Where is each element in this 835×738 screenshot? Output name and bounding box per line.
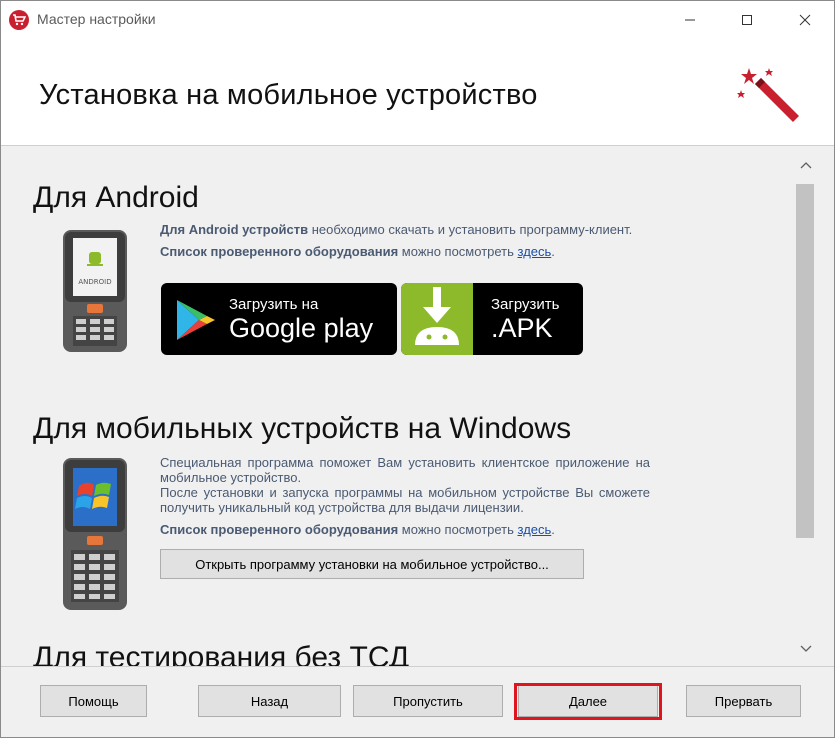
close-icon	[799, 14, 811, 26]
maximize-icon	[742, 15, 752, 25]
scroll-up-icon[interactable]	[800, 160, 812, 170]
skip-button[interactable]: Пропустить	[353, 685, 503, 717]
android-description: Для Android устройств необходимо скачать…	[160, 222, 650, 259]
windows-hardware-text: можно посмотреть	[398, 522, 518, 537]
help-button[interactable]: Помощь	[40, 685, 147, 717]
cancel-button[interactable]: Прервать	[686, 685, 801, 717]
google-play-button[interactable]: Загрузить на Google play	[161, 283, 397, 355]
page-title: Установка на мобильное устройство	[39, 79, 538, 111]
windows-device-image	[63, 458, 127, 610]
windows-link-tail: .	[551, 522, 555, 537]
hardware-list-label: Список проверенного оборудования	[160, 244, 399, 259]
android-device-image: ANDROID	[63, 230, 127, 352]
windows-description: Специальная программа поможет Вам устано…	[160, 455, 650, 537]
scroll-down-icon[interactable]	[800, 644, 812, 654]
app-icon	[9, 10, 29, 30]
android-apk-icon	[401, 283, 473, 355]
google-play-big-text: Google play	[229, 313, 374, 343]
content-area: Для Android ANDROID Для Android устройст…	[1, 146, 834, 666]
maximize-button[interactable]	[724, 1, 770, 39]
minimize-button[interactable]	[667, 1, 713, 39]
apk-big-text: .APK	[491, 313, 553, 343]
vertical-scrollbar[interactable]	[794, 154, 816, 664]
windows-desc-para1: Специальная программа поможет Вам устано…	[160, 455, 650, 485]
magic-wand-icon	[737, 68, 799, 122]
android-desc-text: необходимо скачать и установить программ…	[308, 222, 633, 237]
android-link-tail: .	[551, 244, 555, 259]
google-play-icon	[177, 300, 215, 340]
windows-section-title: Для мобильных устройств на Windows	[33, 412, 572, 445]
windows-desc-para2: После установки и запуска программы на м…	[160, 485, 650, 515]
download-apk-button[interactable]: Загрузить .APK	[401, 283, 583, 355]
wizard-footer: Помощь Назад Пропустить Далее Прервать	[1, 666, 834, 737]
title-bar: Мастер настройки	[1, 1, 834, 39]
android-bold-text: Для Android устройств	[160, 222, 309, 237]
android-hardware-link[interactable]: здесь	[518, 244, 552, 259]
windows-hardware-link[interactable]: здесь	[518, 522, 552, 537]
apk-small-text: Загрузить	[491, 296, 560, 313]
minimize-icon	[685, 19, 695, 21]
hardware-list-text: можно посмотреть	[398, 244, 518, 259]
android-section-title: Для Android	[33, 181, 199, 214]
window-title: Мастер настройки	[37, 11, 156, 27]
android-desc-line1: Для Android устройств необходимо скачать…	[160, 222, 650, 237]
windows-hardware-label: Список проверенного оборудования	[160, 522, 399, 537]
setup-wizard-window: Мастер настройки Установка на мобильное …	[0, 0, 835, 738]
device-screen-text: ANDROID	[78, 278, 111, 286]
back-button[interactable]: Назад	[198, 685, 341, 717]
windows-hardware-line: Список проверенного оборудования можно п…	[160, 522, 650, 537]
testing-section-title: Для тестирования без ТСД	[33, 641, 410, 666]
google-play-small-text: Загрузить на	[229, 296, 319, 313]
android-hardware-line: Список проверенного оборудования можно п…	[160, 244, 650, 259]
open-installer-button[interactable]: Открыть программу установки на мобильное…	[160, 549, 584, 579]
close-button[interactable]	[782, 1, 828, 39]
next-button[interactable]: Далее	[518, 685, 658, 717]
wizard-header: Установка на мобильное устройство	[1, 39, 834, 146]
scrollbar-thumb[interactable]	[796, 184, 814, 538]
